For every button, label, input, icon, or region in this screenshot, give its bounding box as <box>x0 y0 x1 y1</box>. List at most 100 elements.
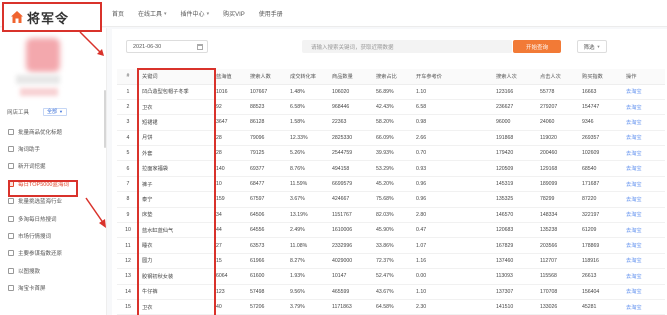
sidebar-scrollbar[interactable] <box>104 90 106 148</box>
go-taobao-link[interactable]: 去淘宝 <box>623 299 665 315</box>
sidebar-item-7[interactable]: 主要参谋指数还原 <box>0 245 104 262</box>
table-cell: 27 <box>213 237 247 254</box>
keyword-cell[interactable]: 睡衣 <box>139 237 213 254</box>
column-header[interactable]: 购买指数 <box>579 69 623 85</box>
table-row: 15 卫衣 40 57206 3.79% 1171863 64.58% 2.30 141510 1… <box>117 299 665 315</box>
column-header[interactable]: 蓝海值 <box>213 69 247 85</box>
table-cell: 2.49% <box>287 222 329 239</box>
column-header[interactable]: 商品数量 <box>329 69 373 85</box>
table-cell: 135238 <box>537 222 579 239</box>
go-taobao-link[interactable]: 去淘宝 <box>623 130 665 147</box>
table-cell: 9.56% <box>287 284 329 300</box>
table-cell: 2825330 <box>329 130 373 147</box>
column-header[interactable] <box>453 69 493 85</box>
table-cell: 135325 <box>493 191 537 208</box>
column-header[interactable]: 关键词 <box>139 69 213 85</box>
keyword-cell[interactable]: 拉面家福袋 <box>139 160 213 177</box>
nav-item-0[interactable]: 首页 <box>112 9 124 18</box>
column-header[interactable]: 搜索人次 <box>493 69 537 85</box>
go-taobao-link[interactable]: 去淘宝 <box>623 191 665 208</box>
column-header[interactable]: 成交转化率 <box>287 69 329 85</box>
sidebar-item-8[interactable]: 以图搜款 <box>0 262 104 279</box>
keyword-table: # 关键词 蓝海值 搜索人数 成交转化率 商品数量 搜索占比 开车参考价 搜索人次 点击人次 购买指… <box>117 69 665 315</box>
avatar[interactable] <box>26 38 60 72</box>
sidebar-item-1[interactable]: 淘词助手 <box>0 140 104 157</box>
keyword-search-input[interactable]: 请输入搜索关键词，获取近期数据 <box>302 40 512 53</box>
keyword-cell[interactable]: 牛仔裤 <box>139 284 213 300</box>
nav-item-2[interactable]: 插件中心 ▾ <box>181 9 210 19</box>
keyword-cell[interactable]: 圆力 <box>139 253 213 270</box>
nav-item-3[interactable]: 购买VIP <box>223 9 245 18</box>
table-header-row: # 关键词 蓝海值 搜索人数 成交转化率 商品数量 搜索占比 开车参考价 搜索人次 点击人次 购买指… <box>117 69 665 85</box>
table-cell: 6064 <box>213 268 247 285</box>
table-cell: 113093 <box>493 268 537 285</box>
go-taobao-link[interactable]: 去淘宝 <box>623 160 665 177</box>
keyword-cell[interactable]: 裤子 <box>139 176 213 193</box>
keyword-cell[interactable]: 外套 <box>139 145 213 162</box>
sidebar-item-6[interactable]: 市场行情搜词 <box>0 227 104 244</box>
table-cell: 465599 <box>329 284 373 300</box>
keyword-cell[interactable]: 胶钢初秋女装 <box>139 268 213 285</box>
go-taobao-link[interactable]: 去淘宝 <box>623 207 665 224</box>
go-taobao-link[interactable]: 去淘宝 <box>623 84 665 100</box>
keyword-cell[interactable]: 凹凸造型包帽子冬季 <box>139 84 213 100</box>
table-cell <box>453 160 493 177</box>
user-name-blurred <box>16 75 60 84</box>
table-cell: 68477 <box>247 176 287 193</box>
column-header[interactable]: 开车参考价 <box>413 69 453 85</box>
go-taobao-link[interactable]: 去淘宝 <box>623 222 665 239</box>
home-logo-icon <box>11 11 23 23</box>
keyword-cell[interactable]: 月饼 <box>139 130 213 147</box>
keyword-cell[interactable]: 床垫 <box>139 207 213 224</box>
column-header[interactable]: 点击人次 <box>537 69 579 85</box>
go-taobao-link[interactable]: 去淘宝 <box>623 237 665 254</box>
filter-button[interactable]: 筛选 ▼ <box>577 40 607 53</box>
table-cell: 64.58% <box>373 299 413 315</box>
keyword-cell[interactable]: 卫衣 <box>139 299 213 315</box>
table-cell: 9 <box>117 207 139 224</box>
table-cell: 3.79% <box>287 299 329 315</box>
go-taobao-link[interactable]: 去淘宝 <box>623 114 665 131</box>
chevron-down-icon: ▾ <box>164 10 167 17</box>
sidebar-category-select[interactable]: 全部 ▼ <box>43 108 67 116</box>
go-taobao-link[interactable]: 去淘宝 <box>623 99 665 116</box>
table-cell: 52.47% <box>373 268 413 285</box>
keyword-cell[interactable]: 短裙裙 <box>139 114 213 131</box>
keyword-cell[interactable]: 卫衣 <box>139 99 213 116</box>
go-taobao-link[interactable]: 去淘宝 <box>623 145 665 162</box>
table-cell: 1.10 <box>413 84 453 100</box>
tool-icon <box>8 285 14 292</box>
sidebar-item-2[interactable]: 新开词挖掘 <box>0 158 104 175</box>
sidebar-item-3[interactable]: 每日TOP5000蓝海词 <box>0 175 104 192</box>
table-row: 10 蓝水缸蓝仙气 44 64556 2.49% 1610006 45.90% 0.47 120… <box>117 222 665 239</box>
sidebar-item-label: 淘词助手 <box>18 147 41 154</box>
keyword-cell[interactable]: 泰宁 <box>139 191 213 208</box>
go-taobao-link[interactable]: 去淘宝 <box>623 176 665 193</box>
go-taobao-link[interactable]: 去淘宝 <box>623 253 665 270</box>
sidebar-item-5[interactable]: 多淘每日热搜词 <box>0 210 104 227</box>
nav-item-label: 首页 <box>112 12 125 18</box>
nav-item-4[interactable]: 使用手册 <box>259 9 283 18</box>
sidebar-item-0[interactable]: 批量商品优化标题 <box>0 123 104 140</box>
sidebar-item-label: 多淘每日热搜词 <box>18 216 57 223</box>
sidebar-item-4[interactable]: 批量挑选蓝海行业 <box>0 193 104 210</box>
go-taobao-link[interactable]: 去淘宝 <box>623 268 665 285</box>
start-query-button[interactable]: 开始查询 <box>513 40 561 53</box>
table-cell: 1171863 <box>329 299 373 315</box>
table-cell <box>453 84 493 100</box>
table-cell: 3 <box>117 114 139 131</box>
go-taobao-link[interactable]: 去淘宝 <box>623 284 665 300</box>
table-cell: 45.20% <box>373 176 413 193</box>
sidebar-item-9[interactable]: 淘宝卡首屏 <box>0 280 104 297</box>
sidebar-item-label: 以图搜款 <box>18 268 41 275</box>
nav-item-1[interactable]: 在线工具 ▾ <box>138 9 167 19</box>
brand-name[interactable]: 将军令 <box>27 8 69 27</box>
column-header[interactable]: 搜索人数 <box>247 69 287 85</box>
column-header: 操作 <box>623 69 665 85</box>
date-picker[interactable]: 2021-06-30 <box>126 40 208 53</box>
table-cell: 1.48% <box>287 84 329 100</box>
table-cell: 170708 <box>537 284 579 300</box>
nav-item-label: 在线工具 <box>138 12 163 18</box>
keyword-cell[interactable]: 蓝水缸蓝仙气 <box>139 222 213 239</box>
column-header[interactable]: 搜索占比 <box>373 69 413 85</box>
